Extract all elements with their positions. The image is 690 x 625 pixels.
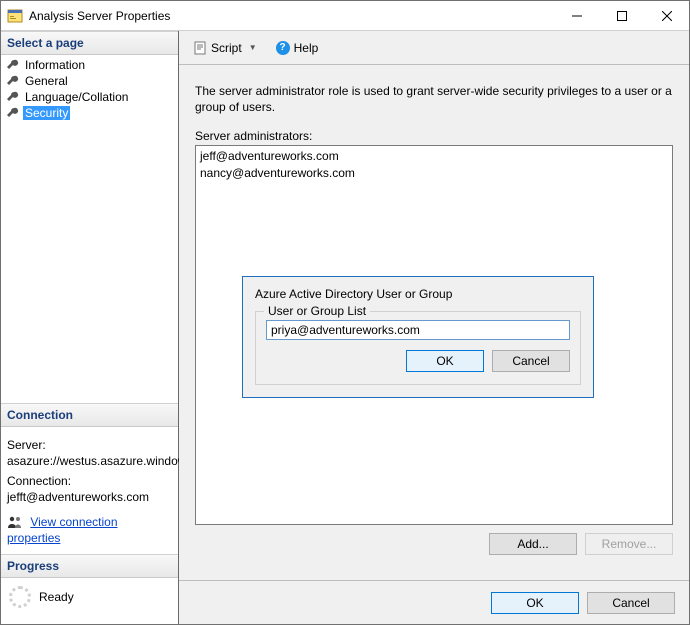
toolbar: Script ▼ ? Help: [179, 31, 689, 65]
wrench-icon: [5, 74, 19, 88]
spinner-icon: [9, 586, 31, 608]
left-panel: Select a page Information General Langua…: [1, 31, 179, 624]
script-button[interactable]: Script ▼: [187, 38, 266, 58]
nav-label: General: [23, 74, 70, 88]
aad-legend: User or Group List: [264, 304, 370, 318]
titlebar: Analysis Server Properties: [1, 1, 689, 31]
server-value: asazure://westus.asazure.windows: [7, 453, 172, 469]
aad-dialog-group: User or Group List OK Cancel: [255, 311, 581, 385]
page-nav: Information General Language/Collation S…: [1, 55, 178, 123]
help-button[interactable]: ? Help: [270, 38, 325, 58]
user-or-group-input[interactable]: [266, 320, 570, 340]
script-icon: [193, 41, 207, 55]
wrench-icon: [5, 106, 19, 120]
connection-panel: Server: asazure://westus.asazure.windows…: [1, 427, 178, 554]
aad-ok-button[interactable]: OK: [406, 350, 484, 372]
admins-label: Server administrators:: [195, 129, 673, 143]
close-button[interactable]: [644, 1, 689, 30]
nav-item-security[interactable]: Security: [1, 105, 178, 121]
admin-entry[interactable]: nancy@adventureworks.com: [200, 165, 668, 181]
progress-header: Progress: [1, 554, 178, 578]
progress-panel: Ready: [1, 578, 178, 624]
nav-item-information[interactable]: Information: [1, 57, 178, 73]
help-label: Help: [294, 41, 319, 55]
add-button[interactable]: Add...: [489, 533, 577, 555]
dialog-footer: OK Cancel: [179, 580, 689, 624]
people-icon: [7, 516, 23, 528]
aad-cancel-button[interactable]: Cancel: [492, 350, 570, 372]
progress-status: Ready: [39, 590, 74, 604]
nav-item-language-collation[interactable]: Language/Collation: [1, 89, 178, 105]
nav-label: Security: [23, 106, 70, 120]
cancel-button[interactable]: Cancel: [587, 592, 675, 614]
nav-label: Information: [23, 58, 87, 72]
connection-label: Connection:: [7, 473, 172, 489]
script-label: Script: [211, 41, 242, 55]
admin-entry[interactable]: jeff@adventureworks.com: [200, 148, 668, 164]
aad-user-dialog: Azure Active Directory User or Group Use…: [242, 276, 594, 398]
view-connection-properties-link[interactable]: View connection properties: [7, 515, 118, 545]
chevron-down-icon[interactable]: ▼: [246, 43, 260, 52]
maximize-button[interactable]: [599, 1, 644, 30]
remove-button: Remove...: [585, 533, 673, 555]
nav-item-general[interactable]: General: [1, 73, 178, 89]
window-title: Analysis Server Properties: [29, 9, 554, 23]
description-text: The server administrator role is used to…: [195, 83, 673, 115]
wrench-icon: [5, 58, 19, 72]
aad-dialog-title: Azure Active Directory User or Group: [243, 277, 593, 305]
app-icon: [7, 8, 23, 24]
nav-label: Language/Collation: [23, 90, 130, 104]
window-controls: [554, 1, 689, 30]
connection-value: jefft@adventureworks.com: [7, 489, 172, 505]
wrench-icon: [5, 90, 19, 104]
connection-header: Connection: [1, 403, 178, 427]
server-label: Server:: [7, 437, 172, 453]
help-icon: ?: [276, 41, 290, 55]
select-page-header: Select a page: [1, 31, 178, 55]
minimize-button[interactable]: [554, 1, 599, 30]
ok-button[interactable]: OK: [491, 592, 579, 614]
